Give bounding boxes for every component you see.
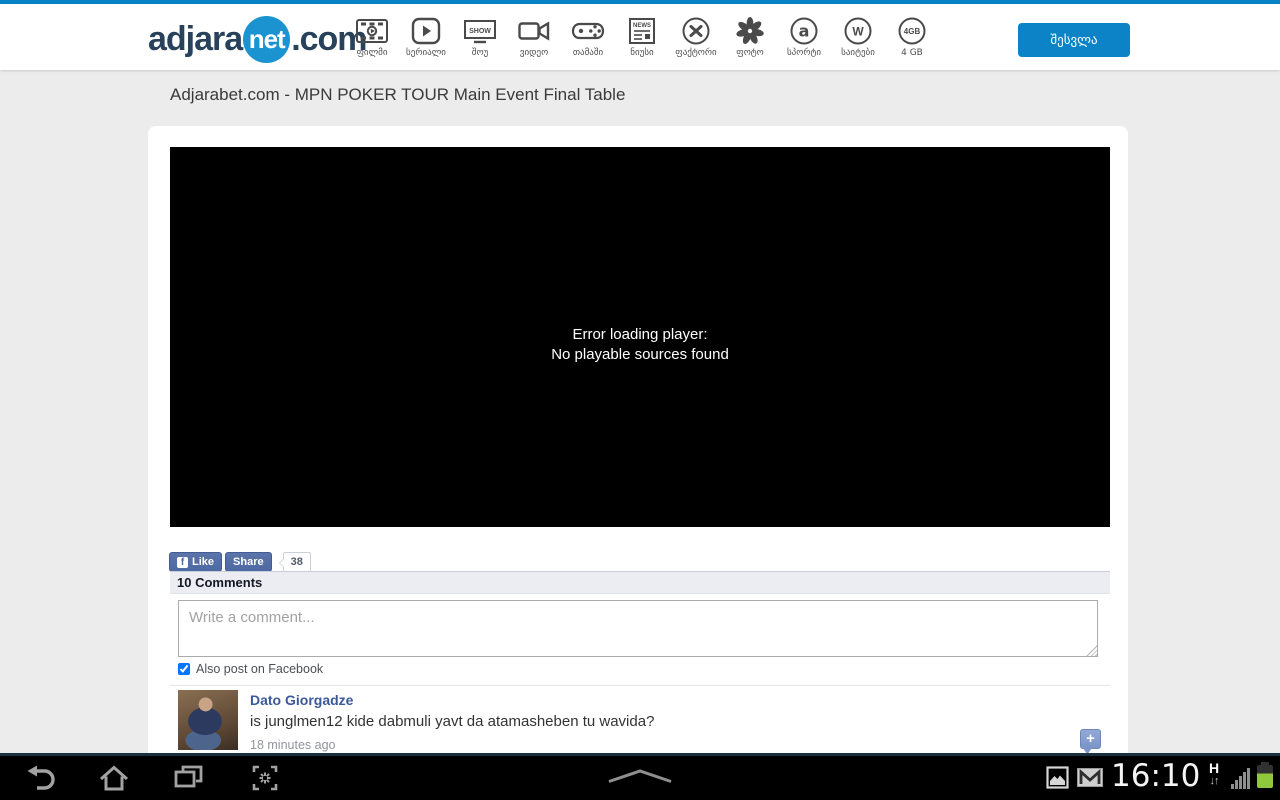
back-button[interactable]	[24, 762, 58, 799]
android-navbar: 16:10 H ↓↑	[0, 753, 1280, 800]
nav-item-series[interactable]: სერიალი	[405, 13, 447, 58]
nav-label: საიტები	[841, 48, 875, 58]
commenter-avatar[interactable]	[178, 690, 238, 750]
nav-item-sites[interactable]: W საიტები	[837, 13, 879, 58]
expand-chevron-button[interactable]	[605, 767, 675, 790]
facebook-social-row: f Like Share 38	[169, 552, 311, 572]
nav-label: ფილმი	[356, 48, 387, 58]
fb-like-count-badge: 38	[283, 552, 311, 572]
nav-label: სპორტი	[787, 48, 821, 58]
comment-body: Dato Giorgadze is junglmen12 kide dabmul…	[250, 692, 1110, 752]
nav-label: შოუ	[472, 48, 488, 58]
comment-plus-button[interactable]: +	[1080, 729, 1101, 749]
also-post-checkbox[interactable]	[178, 663, 190, 675]
comments-count-label: 10 Comments	[177, 575, 262, 590]
facebook-f-icon: f	[177, 557, 188, 568]
comment-input[interactable]	[178, 600, 1098, 657]
gallery-notification-icon[interactable]	[1046, 766, 1069, 794]
a-circle-icon: a	[789, 13, 819, 46]
content-card: Error loading player: No playable source…	[148, 126, 1128, 753]
signal-strength-icon	[1231, 768, 1250, 789]
nav-label: 4 GB	[901, 48, 923, 58]
network-type-indicator: H ↓↑	[1203, 762, 1225, 788]
nav-label: ფაქტორი	[675, 48, 716, 58]
play-icon	[410, 13, 442, 46]
logo-text-adjara: adjara	[148, 20, 242, 59]
also-post-row: Also post on Facebook	[178, 662, 323, 676]
player-error-message: Error loading player: No playable source…	[170, 325, 1110, 365]
w-circle-icon: W	[843, 13, 873, 46]
comment-timestamp: 18 minutes ago	[250, 738, 1110, 752]
page-title: Adjarabet.com - MPN POKER TOUR Main Even…	[170, 85, 625, 105]
nav-item-4gb[interactable]: 4GB 4 GB	[891, 13, 933, 58]
svg-text:4GB: 4GB	[904, 27, 921, 36]
nav-item-factor[interactable]: ფაქტორი	[675, 13, 717, 58]
data-activity-arrows-icon: ↓↑	[1203, 775, 1225, 788]
comment-item: Dato Giorgadze is junglmen12 kide dabmul…	[178, 690, 1110, 752]
video-player[interactable]: Error loading player: No playable source…	[170, 147, 1110, 527]
gmail-notification-icon[interactable]	[1077, 768, 1103, 792]
nav-item-videos[interactable]: ვიდეო	[513, 13, 555, 58]
header-nav: ფილმი სერიალი SHOW	[351, 13, 933, 58]
video-camera-icon	[517, 13, 551, 46]
commenter-name-link[interactable]: Dato Giorgadze	[250, 692, 1110, 708]
4gb-circle-icon: 4GB	[897, 13, 927, 46]
also-post-label: Also post on Facebook	[196, 662, 323, 676]
flower-shutter-icon	[735, 13, 765, 46]
network-type-label: H	[1209, 760, 1219, 776]
comments-count-header: 10 Comments	[170, 571, 1110, 594]
nav-label: ფოტო	[736, 48, 763, 58]
nav-item-news[interactable]: NEWS ნიუსი	[621, 13, 663, 58]
comments-divider	[170, 685, 1110, 686]
player-error-line1: Error loading player:	[170, 325, 1110, 345]
nav-item-games[interactable]: თამაში	[567, 13, 609, 58]
nav-item-sport[interactable]: a სპორტი	[783, 13, 825, 58]
svg-text:NEWS: NEWS	[633, 23, 651, 29]
recent-apps-button[interactable]	[171, 762, 205, 799]
nav-item-photos[interactable]: ფოტო	[729, 13, 771, 58]
svg-text:SHOW: SHOW	[469, 28, 491, 35]
svg-text:a: a	[799, 22, 810, 41]
battery-icon	[1257, 765, 1273, 788]
site-logo[interactable]: adjaranet.com	[148, 15, 367, 63]
login-button[interactable]: შესვლა	[1018, 23, 1130, 57]
nav-item-films[interactable]: ფილმი	[351, 13, 393, 58]
nav-label: ნიუსი	[630, 48, 653, 58]
site-header: adjaranet.com ფილმი	[0, 4, 1280, 70]
screen: adjaranet.com ფილმი	[0, 0, 1280, 800]
fb-like-label: Like	[192, 556, 214, 568]
tv-show-icon: SHOW	[462, 13, 498, 46]
fb-share-button[interactable]: Share	[225, 552, 272, 572]
home-button[interactable]	[97, 762, 131, 799]
nav-label: თამაში	[573, 48, 603, 58]
x-circle-icon	[681, 13, 711, 46]
nav-label: ვიდეო	[520, 48, 548, 58]
clock[interactable]: 16:10	[1111, 758, 1200, 794]
comment-text: is junglmen12 kide dabmuli yavt da atama…	[250, 713, 1110, 730]
nav-item-shows[interactable]: SHOW შოუ	[459, 13, 501, 58]
film-strip-icon	[354, 13, 390, 46]
newspaper-icon: NEWS	[626, 13, 658, 46]
player-error-line2: No playable sources found	[170, 345, 1110, 365]
logo-net-circle: net	[243, 16, 290, 63]
fb-share-label: Share	[233, 556, 264, 568]
screenshot-button[interactable]	[248, 762, 282, 799]
gamepad-icon	[570, 13, 606, 46]
fb-like-button[interactable]: f Like	[169, 552, 222, 572]
nav-label: სერიალი	[406, 48, 446, 58]
svg-text:W: W	[852, 25, 864, 39]
